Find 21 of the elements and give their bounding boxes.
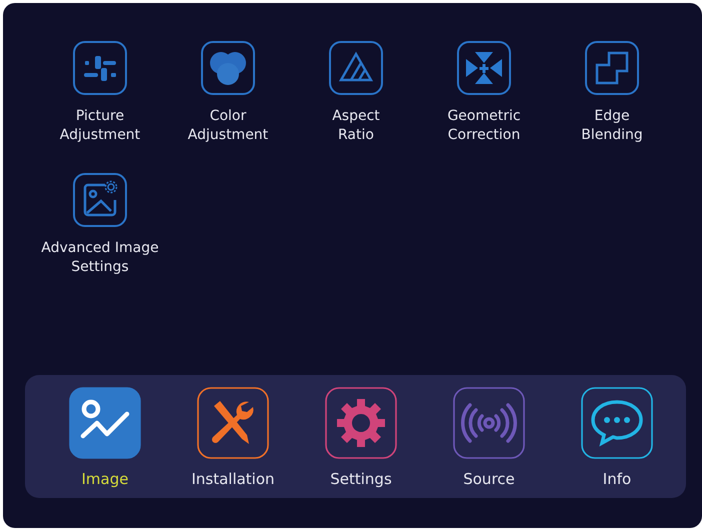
dock-label[interactable]: Info — [602, 470, 632, 488]
menu-label: Color Adjustment — [188, 107, 268, 145]
signal-icon[interactable] — [453, 387, 525, 459]
sliders-icon[interactable] — [73, 41, 127, 95]
dock-label[interactable]: Settings — [330, 470, 392, 488]
menu-label: Aspect Ratio — [332, 107, 380, 145]
chart-icon[interactable] — [69, 387, 141, 459]
squares-icon[interactable] — [585, 41, 639, 95]
circles-icon[interactable] — [201, 41, 255, 95]
menu-label: Advanced Image Settings — [41, 239, 159, 277]
settings-icon[interactable] — [325, 387, 397, 459]
dock-label[interactable]: Installation — [191, 470, 275, 488]
arrows-icon[interactable] — [457, 41, 511, 95]
image-icon[interactable] — [73, 173, 127, 227]
menu-label: Geometric Correction — [447, 107, 521, 145]
menu-label: Edge Blending — [581, 107, 643, 145]
dock-label[interactable]: Source — [463, 470, 515, 488]
dock-label[interactable]: Image — [82, 470, 128, 488]
menu-label: Picture Adjustment — [60, 107, 140, 145]
tools-icon[interactable] — [197, 387, 269, 459]
chat-icon[interactable] — [581, 387, 653, 459]
